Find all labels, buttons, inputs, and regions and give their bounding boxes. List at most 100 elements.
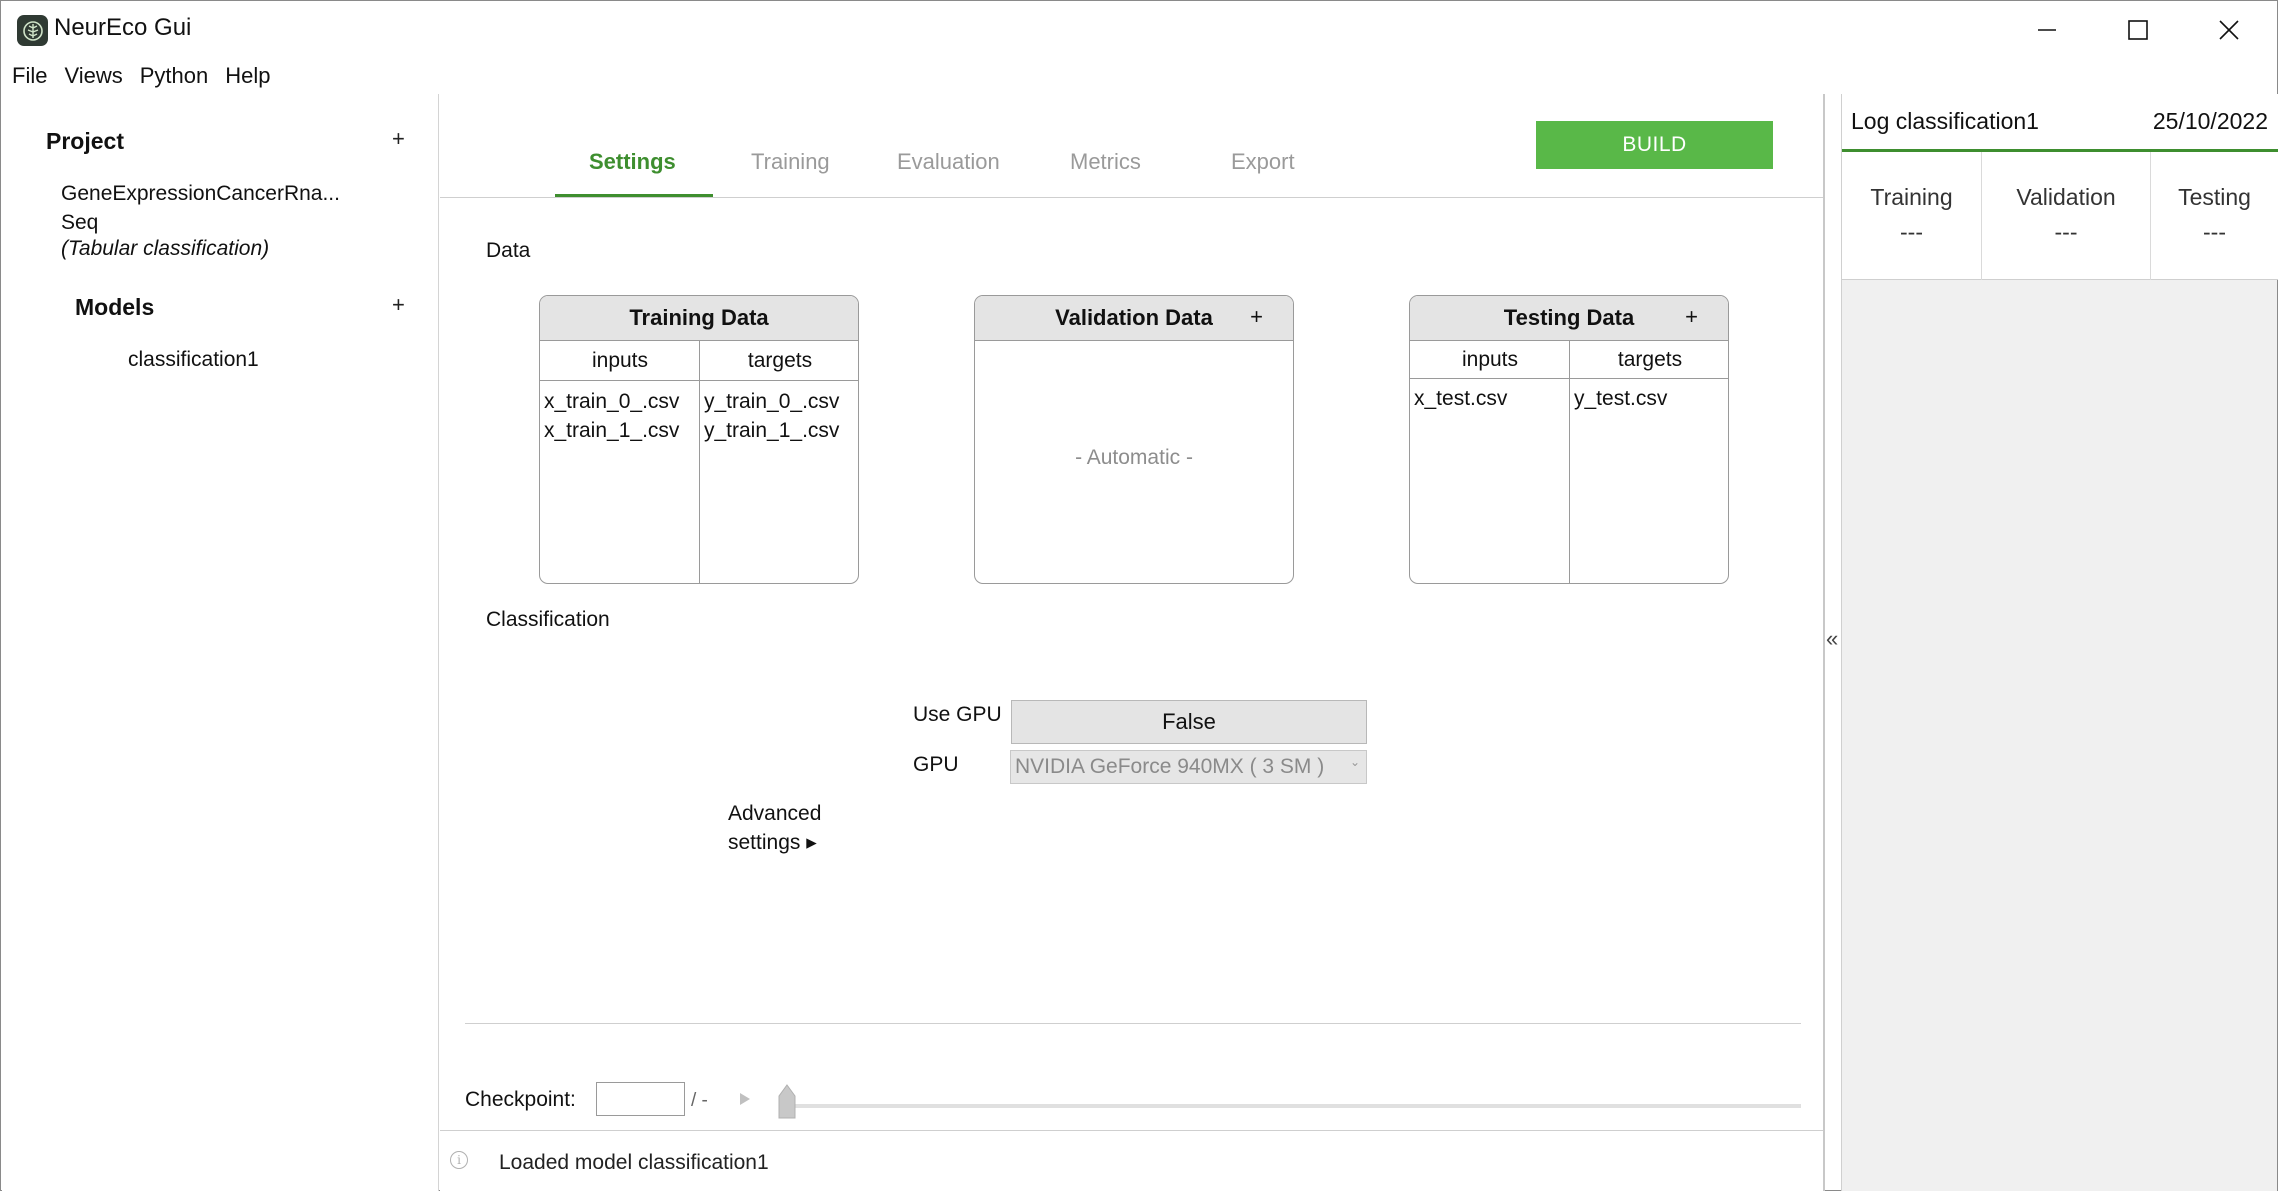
tab-export[interactable]: Export bbox=[1231, 149, 1295, 175]
testing-data-header: Testing Data + bbox=[1410, 296, 1728, 341]
tab-metrics[interactable]: Metrics bbox=[1070, 149, 1141, 175]
training-inputs-list[interactable]: x_train_0_.csv x_train_1_.csv bbox=[544, 387, 679, 445]
collapse-panel-icon[interactable]: « bbox=[1826, 626, 1838, 652]
log-title: Log classification1 bbox=[1851, 108, 2039, 134]
menu-file[interactable]: File bbox=[12, 63, 47, 89]
chevron-down-icon: ⌄ bbox=[1349, 755, 1360, 769]
list-item: x_train_0_.csv bbox=[544, 390, 680, 413]
advanced-settings-line2: settings ▸ bbox=[728, 831, 817, 854]
app-logo-icon bbox=[17, 15, 48, 46]
use-gpu-label: Use GPU bbox=[913, 703, 1002, 726]
log-validation-value: --- bbox=[2054, 219, 2078, 245]
data-section-label: Data bbox=[486, 239, 531, 262]
project-name-line2: Seq bbox=[61, 211, 99, 234]
menu-python[interactable]: Python bbox=[140, 63, 209, 89]
minimize-button[interactable] bbox=[2001, 1, 2093, 59]
checkpoint-total: / - bbox=[691, 1090, 708, 1111]
training-targets-header: targets bbox=[700, 341, 858, 381]
log-panel: Log classification1 25/10/2022 Training … bbox=[1841, 94, 2278, 1191]
training-data-panel: Training Data inputs targets x_train_0_.… bbox=[539, 295, 859, 584]
log-validation-head: Validation bbox=[2016, 184, 2116, 210]
close-button[interactable] bbox=[2183, 1, 2275, 59]
log-header: Log classification1 25/10/2022 bbox=[1842, 94, 2278, 152]
tab-evaluation[interactable]: Evaluation bbox=[897, 149, 1000, 175]
list-item: y_train_0_.csv bbox=[704, 390, 840, 413]
training-inputs-header: inputs bbox=[540, 341, 700, 381]
checkpoint-slider-track[interactable] bbox=[786, 1104, 1801, 1108]
models-heading: Models bbox=[75, 294, 155, 320]
classification-section-label: Classification bbox=[486, 608, 610, 631]
log-training-value: --- bbox=[1900, 219, 1923, 245]
gpu-select-value: NVIDIA GeForce 940MX ( 3 SM ) bbox=[1015, 755, 1325, 778]
divider bbox=[465, 1023, 1801, 1024]
maximize-button[interactable] bbox=[2092, 1, 2184, 59]
testing-inputs-header: inputs bbox=[1410, 341, 1570, 379]
menu-bar: File Views Python Help bbox=[1, 59, 2277, 93]
menu-views[interactable]: Views bbox=[64, 63, 122, 89]
slider-handle-icon bbox=[778, 1084, 796, 1119]
log-date: 25/10/2022 bbox=[2152, 108, 2268, 134]
log-testing-head: Testing bbox=[2178, 184, 2251, 210]
training-targets-list[interactable]: y_train_0_.csv y_train_1_.csv bbox=[704, 387, 839, 445]
title-bar: NeurEco Gui bbox=[1, 1, 2277, 59]
validation-data-title: Validation Data bbox=[1055, 305, 1213, 330]
advanced-settings-toggle[interactable]: Advanced settings ▸ bbox=[728, 799, 821, 857]
maximize-icon bbox=[2128, 20, 2148, 40]
status-message: Loaded model classification1 bbox=[499, 1151, 769, 1174]
log-training-column: Training --- bbox=[1842, 152, 1981, 280]
checkpoint-input[interactable] bbox=[596, 1082, 685, 1116]
list-item: y_train_1_.csv bbox=[704, 419, 840, 442]
close-icon bbox=[2219, 20, 2239, 40]
advanced-settings-line1: Advanced bbox=[728, 802, 822, 825]
testing-targets-list[interactable]: y_test.csv bbox=[1574, 384, 1667, 413]
log-training-head: Training bbox=[1870, 184, 1953, 210]
tab-settings[interactable]: Settings bbox=[589, 149, 676, 175]
log-testing-value: --- bbox=[2203, 219, 2226, 245]
active-tab-indicator bbox=[555, 194, 713, 197]
play-button[interactable] bbox=[739, 1092, 751, 1111]
log-testing-column: Testing --- bbox=[2151, 152, 2278, 280]
validation-data-panel: Validation Data + - Automatic - bbox=[974, 295, 1294, 584]
add-model-button[interactable]: + bbox=[392, 292, 405, 318]
project-sidebar: Project + GeneExpressionCancerRna... Seq… bbox=[2, 94, 439, 1191]
main-panel: Settings Training Evaluation Metrics Exp… bbox=[440, 94, 1824, 1191]
use-gpu-toggle[interactable]: False bbox=[1011, 700, 1367, 744]
build-button[interactable]: BUILD bbox=[1536, 121, 1773, 169]
testing-data-title: Testing Data bbox=[1503, 305, 1635, 330]
menu-help[interactable]: Help bbox=[225, 63, 270, 89]
project-type: (Tabular classification) bbox=[61, 237, 270, 260]
list-item: x_train_1_.csv bbox=[544, 419, 680, 442]
column-divider bbox=[699, 341, 700, 583]
testing-inputs-list[interactable]: x_test.csv bbox=[1414, 384, 1507, 413]
training-data-title: Training Data bbox=[540, 296, 858, 341]
minimize-icon bbox=[2038, 29, 2056, 31]
model-item-classification1[interactable]: classification1 bbox=[128, 348, 259, 372]
add-validation-data-button[interactable]: + bbox=[1250, 304, 1263, 330]
add-testing-data-button[interactable]: + bbox=[1685, 304, 1698, 330]
window-title: NeurEco Gui bbox=[54, 14, 192, 41]
checkpoint-slider-handle[interactable] bbox=[777, 1084, 797, 1120]
log-validation-column: Validation --- bbox=[1982, 152, 2150, 280]
validation-automatic-text: - Automatic - bbox=[1075, 446, 1193, 469]
gpu-select[interactable]: NVIDIA GeForce 940MX ( 3 SM ) ⌄ bbox=[1010, 750, 1367, 784]
gpu-label: GPU bbox=[913, 753, 959, 776]
status-bar: i Loaded model classification1 bbox=[440, 1130, 1824, 1191]
panel-splitter[interactable] bbox=[1823, 94, 1825, 1191]
checkpoint-label: Checkpoint: bbox=[465, 1088, 576, 1111]
tab-bar: Settings Training Evaluation Metrics Exp… bbox=[440, 94, 1824, 198]
log-summary-table: Training --- Validation --- Testing --- bbox=[1842, 152, 2278, 280]
project-heading: Project bbox=[46, 128, 124, 154]
testing-data-panel: Testing Data + inputs targets x_test.csv… bbox=[1409, 295, 1729, 584]
play-icon bbox=[740, 1093, 750, 1105]
testing-targets-header: targets bbox=[1570, 341, 1728, 379]
list-item: y_test.csv bbox=[1574, 387, 1668, 410]
validation-data-header: Validation Data + bbox=[975, 296, 1293, 341]
project-name[interactable]: GeneExpressionCancerRna... Seq bbox=[61, 179, 391, 237]
info-icon: i bbox=[450, 1151, 468, 1169]
add-project-button[interactable]: + bbox=[392, 126, 405, 152]
app-window: NeurEco Gui File Views Python Help Proje… bbox=[0, 0, 2278, 1191]
tab-training[interactable]: Training bbox=[751, 149, 830, 175]
project-name-line1: GeneExpressionCancerRna... bbox=[61, 182, 340, 205]
list-item: x_test.csv bbox=[1414, 387, 1508, 410]
column-divider bbox=[1569, 341, 1570, 583]
